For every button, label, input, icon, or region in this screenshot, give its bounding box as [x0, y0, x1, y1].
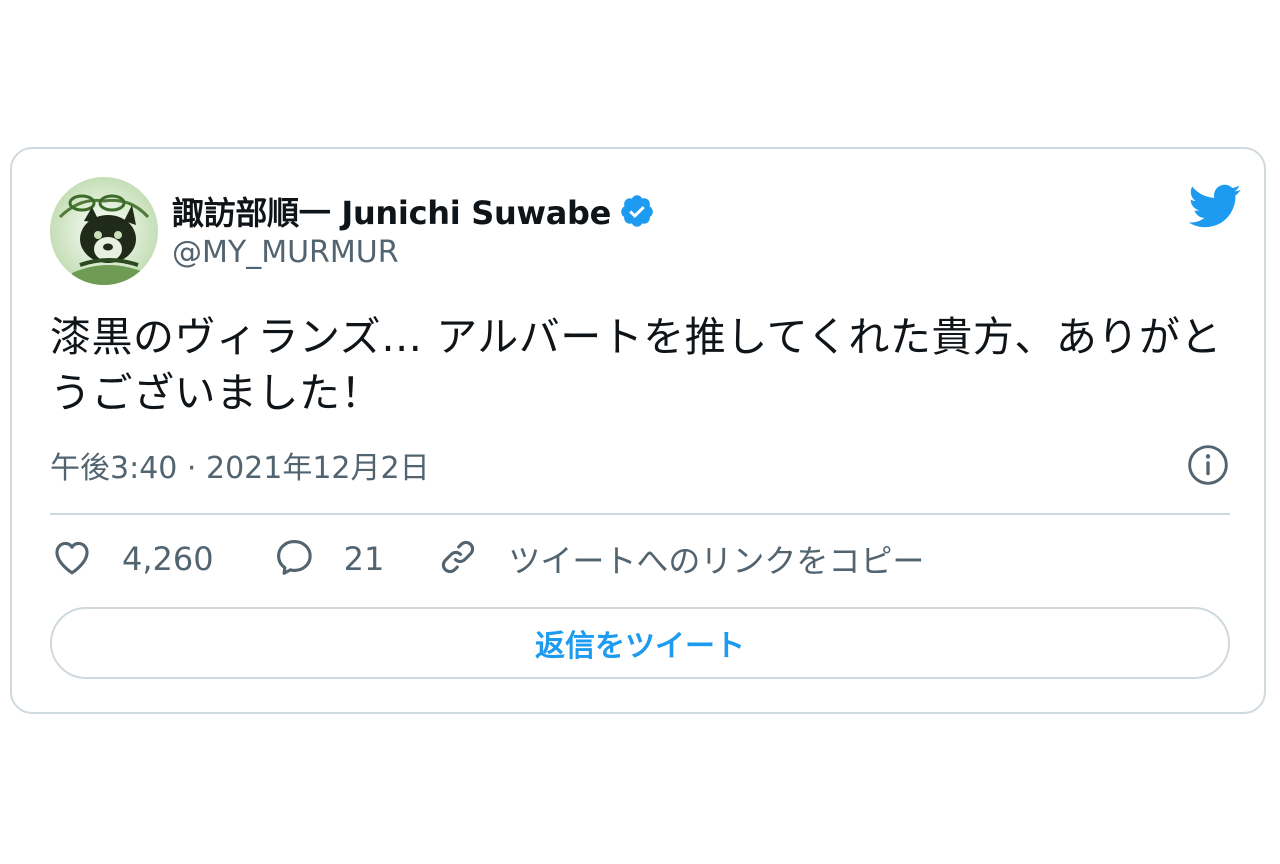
link-icon	[436, 535, 480, 583]
speech-bubble-icon	[272, 535, 316, 583]
reply-button[interactable]: 21	[272, 535, 385, 583]
like-count: 4,260	[122, 540, 214, 578]
author-name-row: 諏訪部順一 Junichi Suwabe	[172, 187, 655, 235]
tweet-text: 漆黒のヴィランズ… アルバートを推してくれた貴方、ありがとうございました！	[50, 313, 1222, 417]
copy-link-button[interactable]: ツイートへのリンクをコピー	[436, 535, 924, 583]
verified-badge-icon	[619, 193, 655, 229]
tweet-actions: 4,260 21 ツイートへのリンクをコピー	[50, 535, 924, 583]
copy-link-label: ツイートへのリンクをコピー	[508, 542, 925, 580]
tweet-card: 諏訪部順一 Junichi Suwabe @MY_MURMUR 漆黒のヴィランズ…	[10, 147, 1266, 714]
tweet-timestamp[interactable]: 午後3:40 · 2021年12月2日	[50, 443, 430, 487]
reply-count: 21	[343, 540, 385, 578]
heart-icon	[50, 535, 94, 583]
tweet-meta-row: 午後3:40 · 2021年12月2日	[50, 443, 1230, 487]
twitter-bird-icon[interactable]	[1186, 183, 1242, 229]
like-button[interactable]: 4,260	[50, 535, 214, 583]
info-icon[interactable]	[1186, 443, 1230, 487]
reply-tweet-button[interactable]: 返信をツイート	[50, 607, 1230, 679]
avatar[interactable]	[50, 177, 158, 285]
author-display-name[interactable]: 諏訪部順一 Junichi Suwabe	[172, 188, 611, 234]
divider	[50, 513, 1230, 515]
author-handle[interactable]: @MY_MURMUR	[172, 235, 399, 270]
avatar-image	[50, 177, 158, 285]
